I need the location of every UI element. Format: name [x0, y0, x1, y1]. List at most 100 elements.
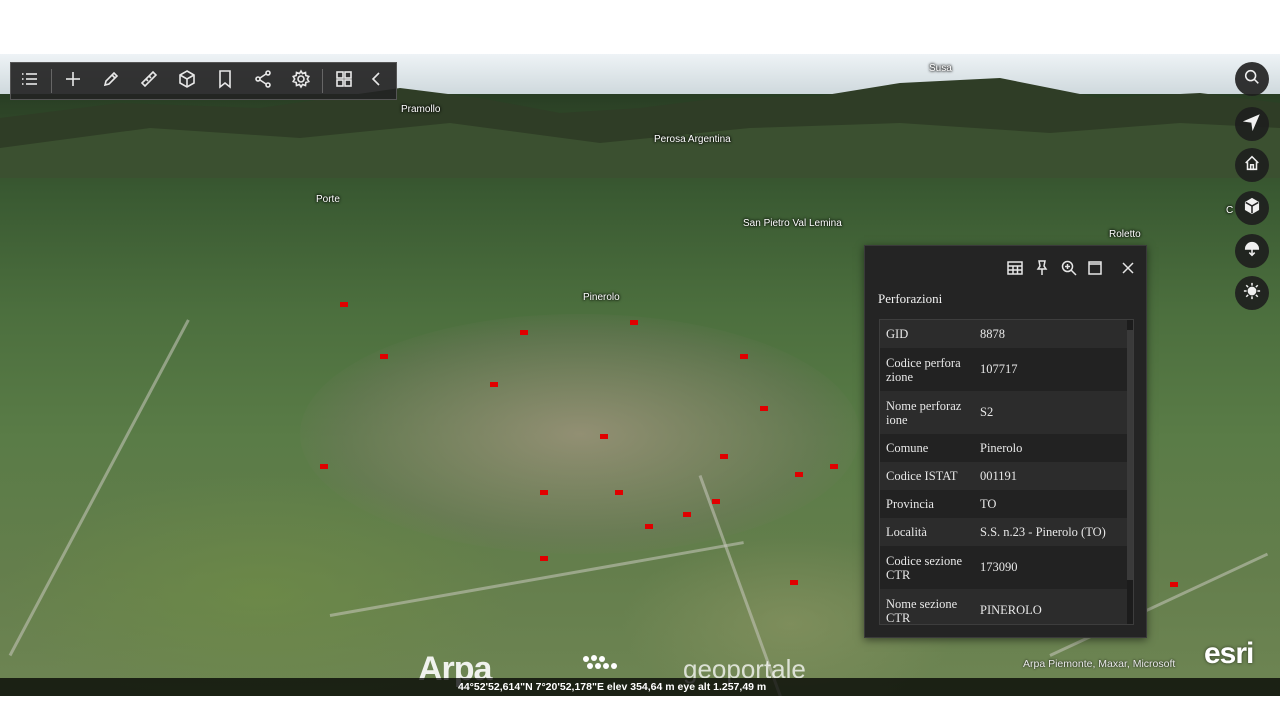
feature-popup: Perforazioni GID 8878 Codice perfora zion…	[864, 245, 1147, 638]
drilling-marker[interactable]	[600, 434, 608, 439]
attribute-value: 8878	[980, 326, 1005, 341]
share-button[interactable]	[244, 63, 282, 99]
drilling-marker[interactable]	[795, 472, 803, 477]
collapse-toolbar-button[interactable]	[363, 63, 389, 99]
drilling-marker[interactable]	[683, 512, 691, 517]
popup-title: Perforazioni	[878, 291, 943, 306]
attribute-key: Località	[886, 525, 927, 539]
basemap-3d-button[interactable]	[1235, 191, 1269, 225]
drilling-marker[interactable]	[320, 464, 328, 469]
place-label-san-pietro: San Pietro Val Lemina	[743, 218, 842, 229]
place-label-porte: Porte	[316, 194, 340, 205]
daylight-button[interactable]	[1235, 276, 1269, 310]
settings-button[interactable]	[282, 63, 320, 99]
maximize-button[interactable]	[1086, 259, 1104, 277]
popup-scrollbar[interactable]	[1127, 320, 1133, 624]
attribute-key: Codice perfora zione	[886, 355, 961, 384]
sun-icon	[1243, 282, 1261, 305]
plus-icon	[63, 69, 83, 94]
home-icon	[1243, 154, 1261, 177]
place-label-susa: Susa	[929, 63, 952, 74]
table-row: Codice sezione CTR 173090	[880, 546, 1128, 589]
attribute-key: Nome perforaz ione	[886, 398, 962, 427]
home-button[interactable]	[1235, 148, 1269, 182]
drilling-marker[interactable]	[760, 406, 768, 411]
table-row: Codice ISTAT 001191	[880, 462, 1128, 490]
attribute-table: GID 8878 Codice perfora zione 107717 Nome …	[879, 319, 1134, 625]
close-icon	[1119, 262, 1137, 281]
attribute-value: Pinerolo	[980, 440, 1023, 455]
table-row: Nome perforaz ione S2	[880, 391, 1128, 434]
gear-icon	[291, 68, 311, 94]
drilling-marker[interactable]	[830, 464, 838, 469]
slice-button[interactable]	[168, 63, 206, 99]
drilling-marker[interactable]	[1170, 582, 1178, 587]
table-row: Provincia TO	[880, 490, 1128, 518]
attribute-key: Codice sezione CTR	[886, 553, 963, 582]
attribute-key: Nome sezione CTR	[886, 596, 958, 625]
drilling-marker[interactable]	[720, 454, 728, 459]
attribute-value: TO	[980, 496, 997, 511]
locate-button[interactable]	[1235, 107, 1269, 141]
table-row: Comune Pinerolo	[880, 434, 1128, 462]
drilling-marker[interactable]	[540, 556, 548, 561]
attribution-text[interactable]: Arpa Piemonte, Maxar, Microsoft	[1023, 658, 1175, 670]
attribute-value: 107717	[980, 362, 1018, 376]
attribute-key: Provincia	[886, 497, 934, 511]
coordinate-readout: 44°52'52,614"N 7°20'52,178"E elev 354,64…	[458, 681, 767, 693]
navigate-icon	[1242, 113, 1261, 136]
layer-list-button[interactable]	[11, 63, 49, 99]
list-icon	[20, 69, 40, 94]
drilling-marker[interactable]	[615, 490, 623, 495]
drilling-marker[interactable]	[540, 490, 548, 495]
bookmarks-button[interactable]	[206, 63, 244, 99]
table-icon	[1006, 261, 1024, 281]
cube-icon	[177, 69, 197, 94]
drilling-marker[interactable]	[712, 499, 720, 504]
zoom-to-button[interactable]	[1060, 259, 1078, 277]
cube-icon	[1243, 197, 1261, 220]
attribute-value: S2	[980, 405, 994, 419]
widgets-button[interactable]	[325, 63, 363, 99]
close-popup-button[interactable]	[1119, 259, 1137, 277]
drilling-marker[interactable]	[790, 580, 798, 585]
attribute-value: 001191	[980, 468, 1018, 483]
attribute-key: GID	[886, 327, 909, 341]
drilling-marker[interactable]	[645, 524, 653, 529]
drilling-marker[interactable]	[740, 354, 748, 359]
coordinate-bar: 44°52'52,614"N 7°20'52,178"E elev 354,64…	[0, 678, 1280, 696]
ruler-icon	[139, 69, 159, 94]
regione-logo	[583, 655, 617, 669]
esri-logo: esri	[1204, 637, 1254, 670]
daylight-icon	[1243, 240, 1261, 263]
drilling-marker[interactable]	[340, 302, 348, 307]
attribute-key: Comune	[886, 441, 929, 455]
toolbar-divider	[322, 69, 323, 93]
table-row: Codice perfora zione 107717	[880, 348, 1128, 391]
search-button[interactable]	[1235, 62, 1269, 96]
scrollbar-thumb[interactable]	[1127, 330, 1133, 580]
share-icon	[253, 69, 273, 94]
attribute-value: 173090	[980, 560, 1018, 574]
place-label-roletto: Roletto	[1109, 229, 1141, 240]
sketch-button[interactable]	[92, 63, 130, 99]
zoom-in-icon	[1060, 260, 1078, 281]
pin-icon	[1033, 260, 1051, 281]
attribute-value: PINEROLO	[980, 603, 1042, 617]
drilling-marker[interactable]	[490, 382, 498, 387]
table-row: GID 8878	[880, 320, 1128, 348]
drilling-marker[interactable]	[520, 330, 528, 335]
place-label-perosa: Perosa Argentina	[654, 134, 731, 145]
drilling-marker[interactable]	[380, 354, 388, 359]
table-row: Nome sezione CTR PINEROLO	[880, 589, 1128, 625]
open-table-button[interactable]	[1006, 259, 1024, 277]
ground-button[interactable]	[1235, 234, 1269, 268]
add-data-button[interactable]	[54, 63, 92, 99]
drilling-marker[interactable]	[630, 320, 638, 325]
measure-button[interactable]	[130, 63, 168, 99]
dock-popup-button[interactable]	[1033, 259, 1051, 277]
bookmark-icon	[215, 69, 235, 94]
attribute-value: S.S. n.23 - Pinerolo (TO)	[980, 524, 1106, 539]
toolbar-divider	[51, 69, 52, 93]
place-label-cut: C	[1226, 205, 1234, 216]
